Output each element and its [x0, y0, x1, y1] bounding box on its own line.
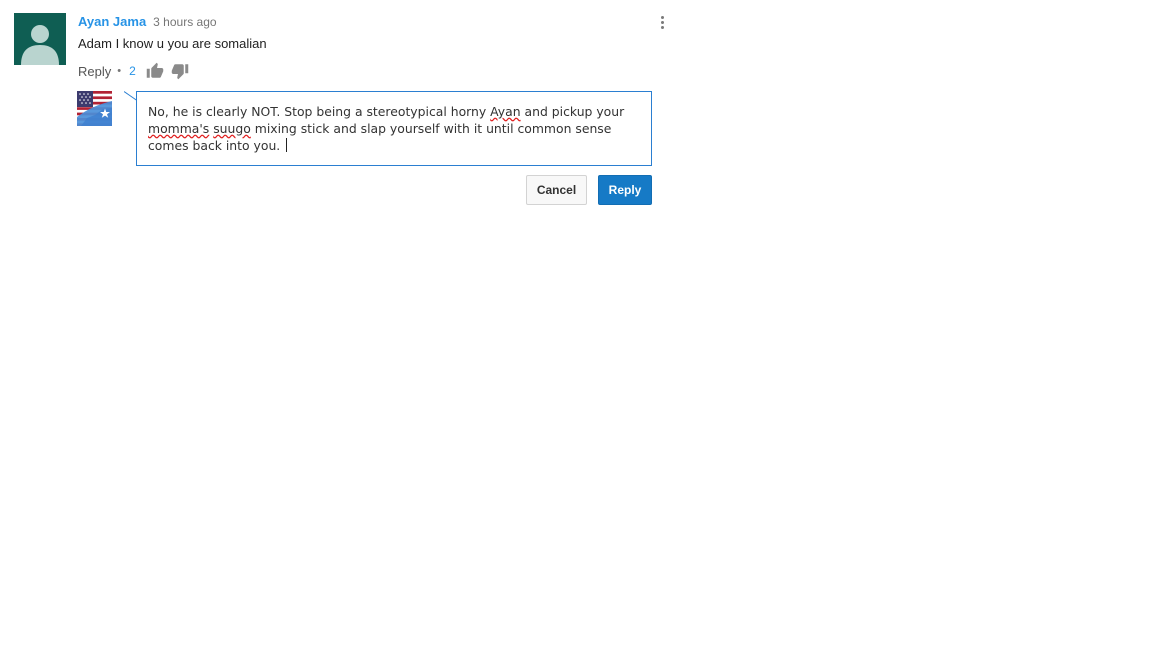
reply-line-2: momma's suugo mixing stick and slap your… [148, 121, 612, 136]
comment-timestamp[interactable]: 3 hours ago [153, 15, 216, 29]
like-count: 2 [129, 64, 136, 78]
comment-header: Ayan Jama 3 hours ago [78, 14, 217, 29]
reply-line-3: comes back into you. [148, 137, 641, 154]
menu-dot [660, 16, 664, 19]
misspelled-word: Ayan [490, 104, 521, 119]
comment-text: Adam I know u you are somalian [78, 36, 267, 51]
reply-submit-button[interactable]: Reply [598, 175, 652, 205]
commenter-avatar-icon[interactable] [14, 13, 66, 65]
thumbs-down-icon[interactable] [171, 62, 189, 80]
separator-dot: • [117, 65, 122, 77]
reply-input[interactable]: No, he is clearly NOT. Stop being a ster… [137, 92, 651, 165]
comment-actions: Reply • 2 [78, 62, 196, 80]
comment-author[interactable]: Ayan Jama [78, 14, 146, 29]
menu-dot [660, 21, 664, 24]
reply-link[interactable]: Reply [78, 64, 111, 79]
comment-thread: Ayan Jama 3 hours ago Adam I know u you … [0, 0, 1153, 648]
more-vert-icon[interactable] [656, 16, 668, 34]
reply-line-1: No, he is clearly NOT. Stop being a ster… [148, 104, 625, 119]
thumbs-up-icon[interactable] [146, 62, 164, 80]
misspelled-word: momma's [148, 121, 210, 136]
cancel-button[interactable]: Cancel [526, 175, 587, 205]
misspelled-word: suugo [213, 121, 251, 136]
menu-dot [660, 26, 664, 29]
reply-composer: No, he is clearly NOT. Stop being a ster… [136, 91, 652, 166]
text-caret [286, 138, 288, 152]
user-avatar-icon [77, 91, 112, 126]
